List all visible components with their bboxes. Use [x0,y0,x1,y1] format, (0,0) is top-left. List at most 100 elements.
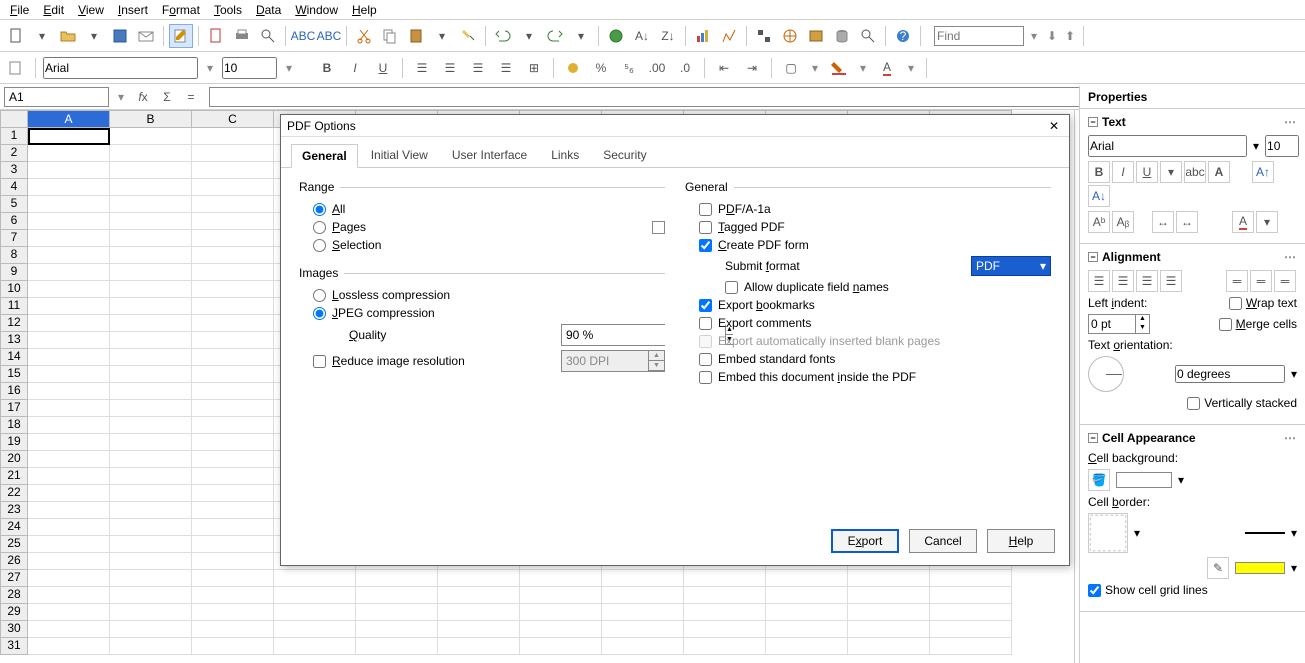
cell[interactable] [110,128,192,145]
tab-security[interactable]: Security [592,143,657,167]
open-icon[interactable] [56,24,80,48]
cell[interactable] [930,587,1012,604]
cell[interactable] [110,145,192,162]
cell[interactable] [356,570,438,587]
sum-icon[interactable]: Σ [157,85,177,109]
cell[interactable] [192,332,274,349]
row-header[interactable]: 18 [0,417,28,434]
cell[interactable] [848,621,930,638]
cell[interactable] [28,553,110,570]
cell[interactable] [110,604,192,621]
cell[interactable] [28,332,110,349]
border-color-swatch[interactable] [1235,562,1285,574]
cell[interactable] [192,417,274,434]
cell[interactable] [110,213,192,230]
cell[interactable] [110,570,192,587]
cell[interactable] [602,587,684,604]
row-header[interactable]: 22 [0,485,28,502]
undo-icon[interactable] [491,24,515,48]
row-header[interactable]: 29 [0,604,28,621]
sidebar-font-name[interactable] [1088,135,1247,157]
embed-document-checkbox[interactable] [699,371,712,384]
align-top-icon[interactable]: ═ [1226,270,1248,292]
pdf-icon[interactable] [204,24,228,48]
chevron-down-icon[interactable]: ▾ [202,60,218,76]
italic-icon[interactable]: I [1112,161,1134,183]
range-pages-radio[interactable] [313,221,326,234]
cell[interactable] [110,587,192,604]
cell[interactable] [192,315,274,332]
align-center-icon[interactable]: ☰ [438,56,462,80]
align-right-icon[interactable]: ☰ [466,56,490,80]
chevron-down-icon[interactable]: ▾ [1256,211,1278,233]
row-header[interactable]: 12 [0,315,28,332]
border-preset-icon[interactable] [1088,513,1128,553]
cell[interactable] [28,519,110,536]
chevron-down-icon[interactable]: ▾ [281,60,297,76]
function-wizard-icon[interactable]: fx [133,85,153,109]
align-justify-icon[interactable]: ☰ [494,56,518,80]
cell[interactable] [192,128,274,145]
reduce-resolution-checkbox[interactable] [313,355,326,368]
strikethrough-icon[interactable]: abc [1184,161,1206,183]
lossless-radio[interactable] [313,289,326,302]
cell[interactable] [192,383,274,400]
cell[interactable] [28,468,110,485]
cell[interactable] [520,587,602,604]
cell[interactable] [110,621,192,638]
more-icon[interactable]: ⋯ [1284,115,1297,129]
cell[interactable] [520,570,602,587]
cell[interactable] [110,519,192,536]
cell[interactable] [110,264,192,281]
show-gridlines-checkbox[interactable] [1088,584,1101,597]
cell[interactable] [192,519,274,536]
cell[interactable] [192,434,274,451]
row-header[interactable]: 8 [0,247,28,264]
left-indent-spin[interactable]: ▲▼ [1088,314,1150,334]
cell[interactable] [110,162,192,179]
column-header[interactable]: C [192,110,274,128]
cell[interactable] [110,179,192,196]
cell[interactable] [930,621,1012,638]
cell[interactable] [766,570,848,587]
paint-bucket-icon[interactable]: 🪣 [1088,469,1110,491]
cell[interactable] [110,536,192,553]
bgcolor-icon[interactable] [827,56,851,80]
cell[interactable] [356,638,438,655]
row-header[interactable]: 20 [0,451,28,468]
shrink-spacing-icon[interactable]: ↔ [1152,211,1174,233]
cell[interactable] [848,604,930,621]
edit-mode-icon[interactable] [169,24,193,48]
cell[interactable] [28,366,110,383]
cell[interactable] [356,587,438,604]
align-justify-icon[interactable]: ☰ [1160,270,1182,292]
cell[interactable] [110,485,192,502]
sort-asc-icon[interactable]: A↓ [630,24,654,48]
cell[interactable] [192,298,274,315]
increase-indent-icon[interactable]: ⇥ [740,56,764,80]
cell[interactable] [192,604,274,621]
cell[interactable] [110,417,192,434]
tab-links[interactable]: Links [540,143,590,167]
export-bookmarks-checkbox[interactable] [699,299,712,312]
vertically-stacked-checkbox[interactable] [1187,397,1200,410]
format-paint-icon[interactable] [456,24,480,48]
cell[interactable] [110,332,192,349]
pdfa-checkbox[interactable] [699,203,712,216]
chevron-down-icon[interactable]: ▾ [1291,561,1297,575]
bold-icon[interactable]: B [315,56,339,80]
dropdown-icon[interactable]: ▾ [30,24,54,48]
row-header[interactable]: 17 [0,400,28,417]
cell[interactable] [684,570,766,587]
pages-input[interactable] [652,221,665,234]
row-header[interactable]: 15 [0,366,28,383]
row-header[interactable]: 5 [0,196,28,213]
cell[interactable] [602,638,684,655]
pencil-icon[interactable]: ✎ [1207,557,1229,579]
submit-format-combo[interactable]: PDF▾ [971,256,1051,276]
menu-window[interactable]: Window [289,3,344,17]
align-left-icon[interactable]: ☰ [410,56,434,80]
font-size-combo[interactable] [222,57,277,79]
row-header[interactable]: 26 [0,553,28,570]
cell[interactable] [192,621,274,638]
